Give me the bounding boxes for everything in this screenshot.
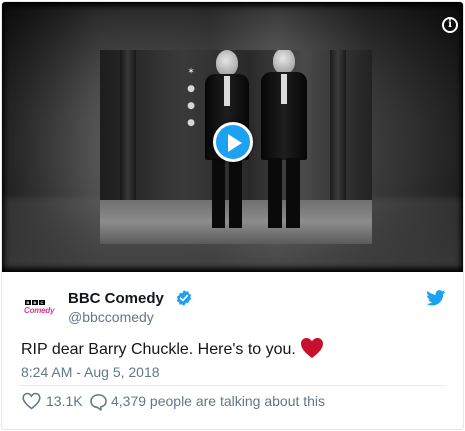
stage-curtain [330,50,346,202]
stage-stars: ✶ ● ● ● [187,67,195,128]
account-name[interactable]: BBC Comedy [68,290,164,307]
info-icon[interactable]: i [442,17,458,33]
twitter-bird-icon[interactable] [426,290,446,306]
tweet-timestamp[interactable]: 8:24 AM - Aug 5, 2018 [21,364,160,380]
heart-outline-icon[interactable] [22,392,41,410]
account-handle[interactable]: @bbccomedy [68,309,154,325]
like-count: 13.1K [46,393,83,409]
performer-right [260,50,308,238]
bbc-logo: BBC [25,300,45,305]
red-heart-emoji-icon [301,338,323,358]
avatar-wordmark: Comedy [24,306,55,315]
video-player[interactable]: ✶ ● ● ● i [2,2,463,272]
tweet-text: RIP dear Barry Chuckle. Here's to you. [21,341,296,358]
verified-badge-icon [176,290,192,306]
people-talking-link[interactable]: 4,379 people are talking about this [111,393,325,409]
avatar[interactable]: BBC Comedy [19,286,57,324]
divider [19,385,446,386]
stage-curtain [120,50,136,202]
tweet-embed-card: ✶ ● ● ● i BBC Comedy BBC Comedy @bbccome… [1,1,464,430]
speech-bubble-icon[interactable] [89,393,108,411]
play-icon [228,134,242,152]
play-button[interactable] [213,122,253,162]
